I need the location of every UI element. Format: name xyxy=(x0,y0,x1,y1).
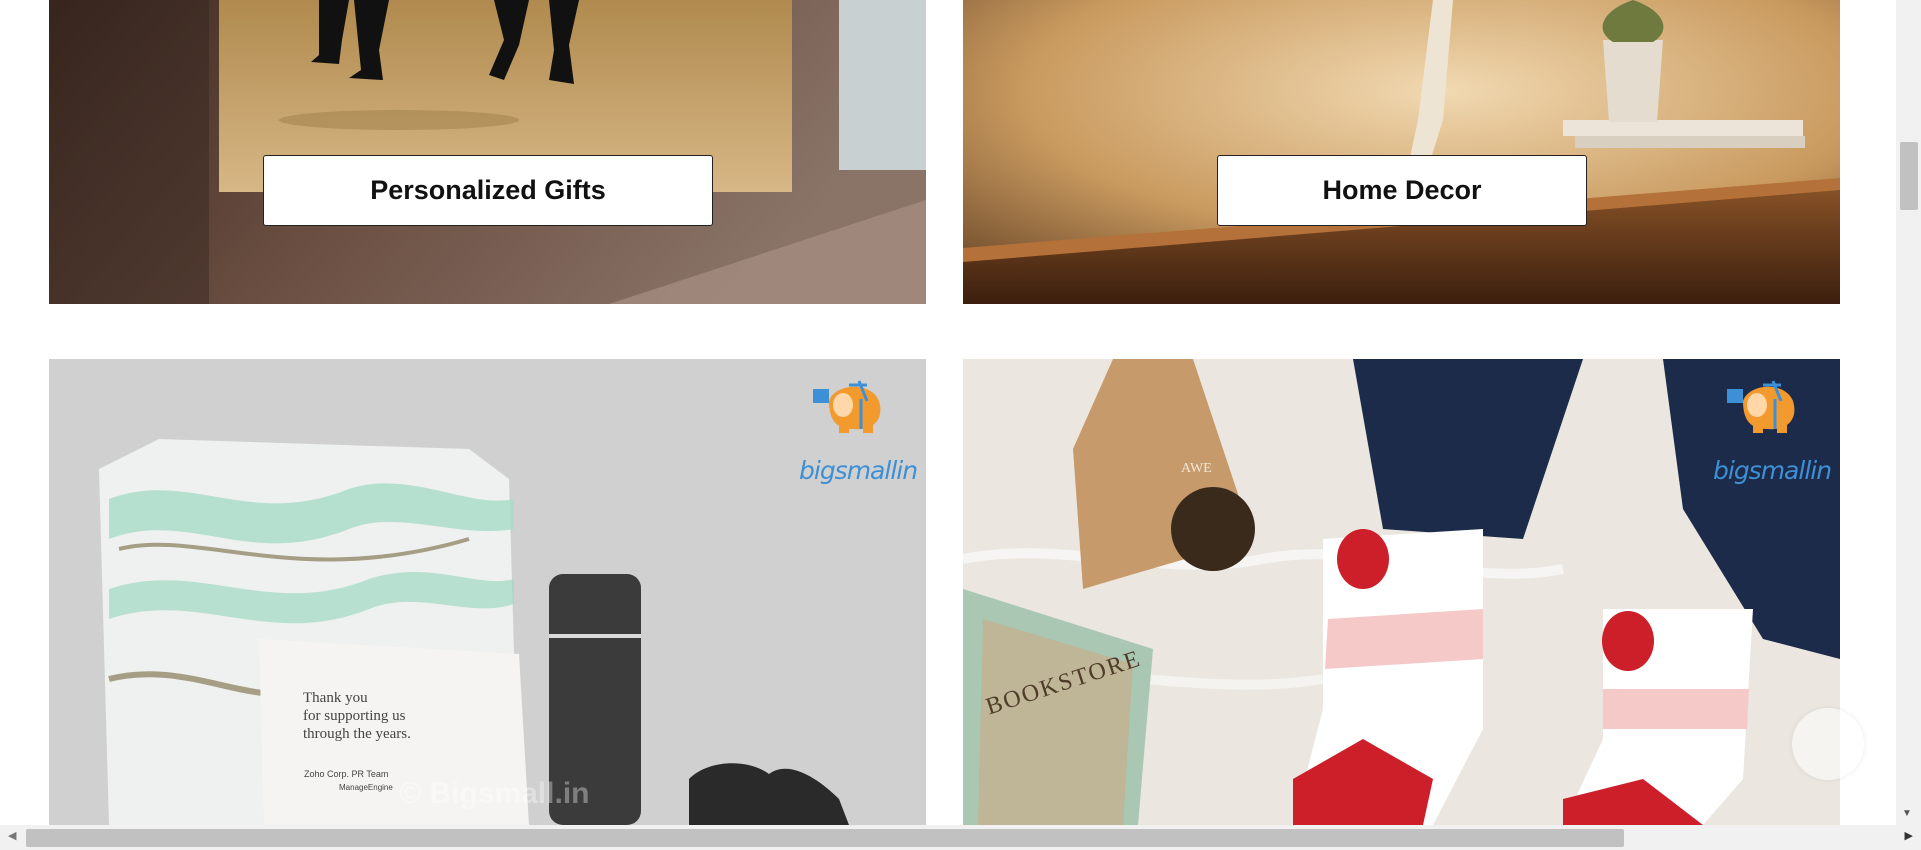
home-decor-image xyxy=(963,0,1840,304)
scroll-right-arrow-icon[interactable]: ▶ xyxy=(1905,831,1913,842)
personalized-gifts-tile[interactable]: Personalized Gifts xyxy=(49,0,926,304)
horizontal-scrollbar[interactable]: ◀ ▶ xyxy=(0,825,1921,850)
corporate-gift-image xyxy=(49,359,926,825)
thank-you-line-2: for supporting us xyxy=(303,708,406,724)
bigsmall-logo-2: bigsmallin xyxy=(1713,371,1832,491)
thank-you-line-1: Thank you xyxy=(303,690,368,706)
scroll-down-arrow-icon[interactable]: ▼ xyxy=(1902,809,1912,819)
logo-text: bigsmallin xyxy=(799,456,918,485)
vertical-scrollbar[interactable]: ▼ xyxy=(1896,0,1921,825)
home-decor-button[interactable]: Home Decor xyxy=(1217,155,1587,226)
floating-widget-button[interactable] xyxy=(1792,708,1864,780)
corporate-gift-tile[interactable]: Thank you for supporting us through the … xyxy=(49,359,926,825)
socks-gift-tile[interactable]: AWE BOOKSTORE bigsmallin xyxy=(963,359,1840,825)
thank-you-line-3: through the years. xyxy=(303,726,411,742)
home-decor-tile[interactable]: Home Decor xyxy=(963,0,1840,304)
tent-text: AWE xyxy=(1181,461,1212,476)
logo-text: bigsmallin xyxy=(1713,456,1832,485)
card-brands: ManageEngine xyxy=(339,783,393,792)
personalized-gifts-image xyxy=(49,0,926,304)
personalized-gifts-button[interactable]: Personalized Gifts xyxy=(263,155,713,226)
socks-gift-image xyxy=(963,359,1840,825)
horizontal-scroll-thumb[interactable] xyxy=(26,829,1624,847)
watermark: © Bigsmall.in xyxy=(399,777,590,810)
scroll-left-arrow-icon[interactable]: ◀ xyxy=(8,831,16,842)
bigsmall-logo: bigsmallin xyxy=(799,371,918,491)
vertical-scroll-thumb[interactable] xyxy=(1900,142,1918,210)
elephant-logo-icon xyxy=(813,380,881,433)
card-signature: Zoho Corp. PR Team xyxy=(304,769,389,779)
elephant-logo-icon xyxy=(1727,380,1795,433)
